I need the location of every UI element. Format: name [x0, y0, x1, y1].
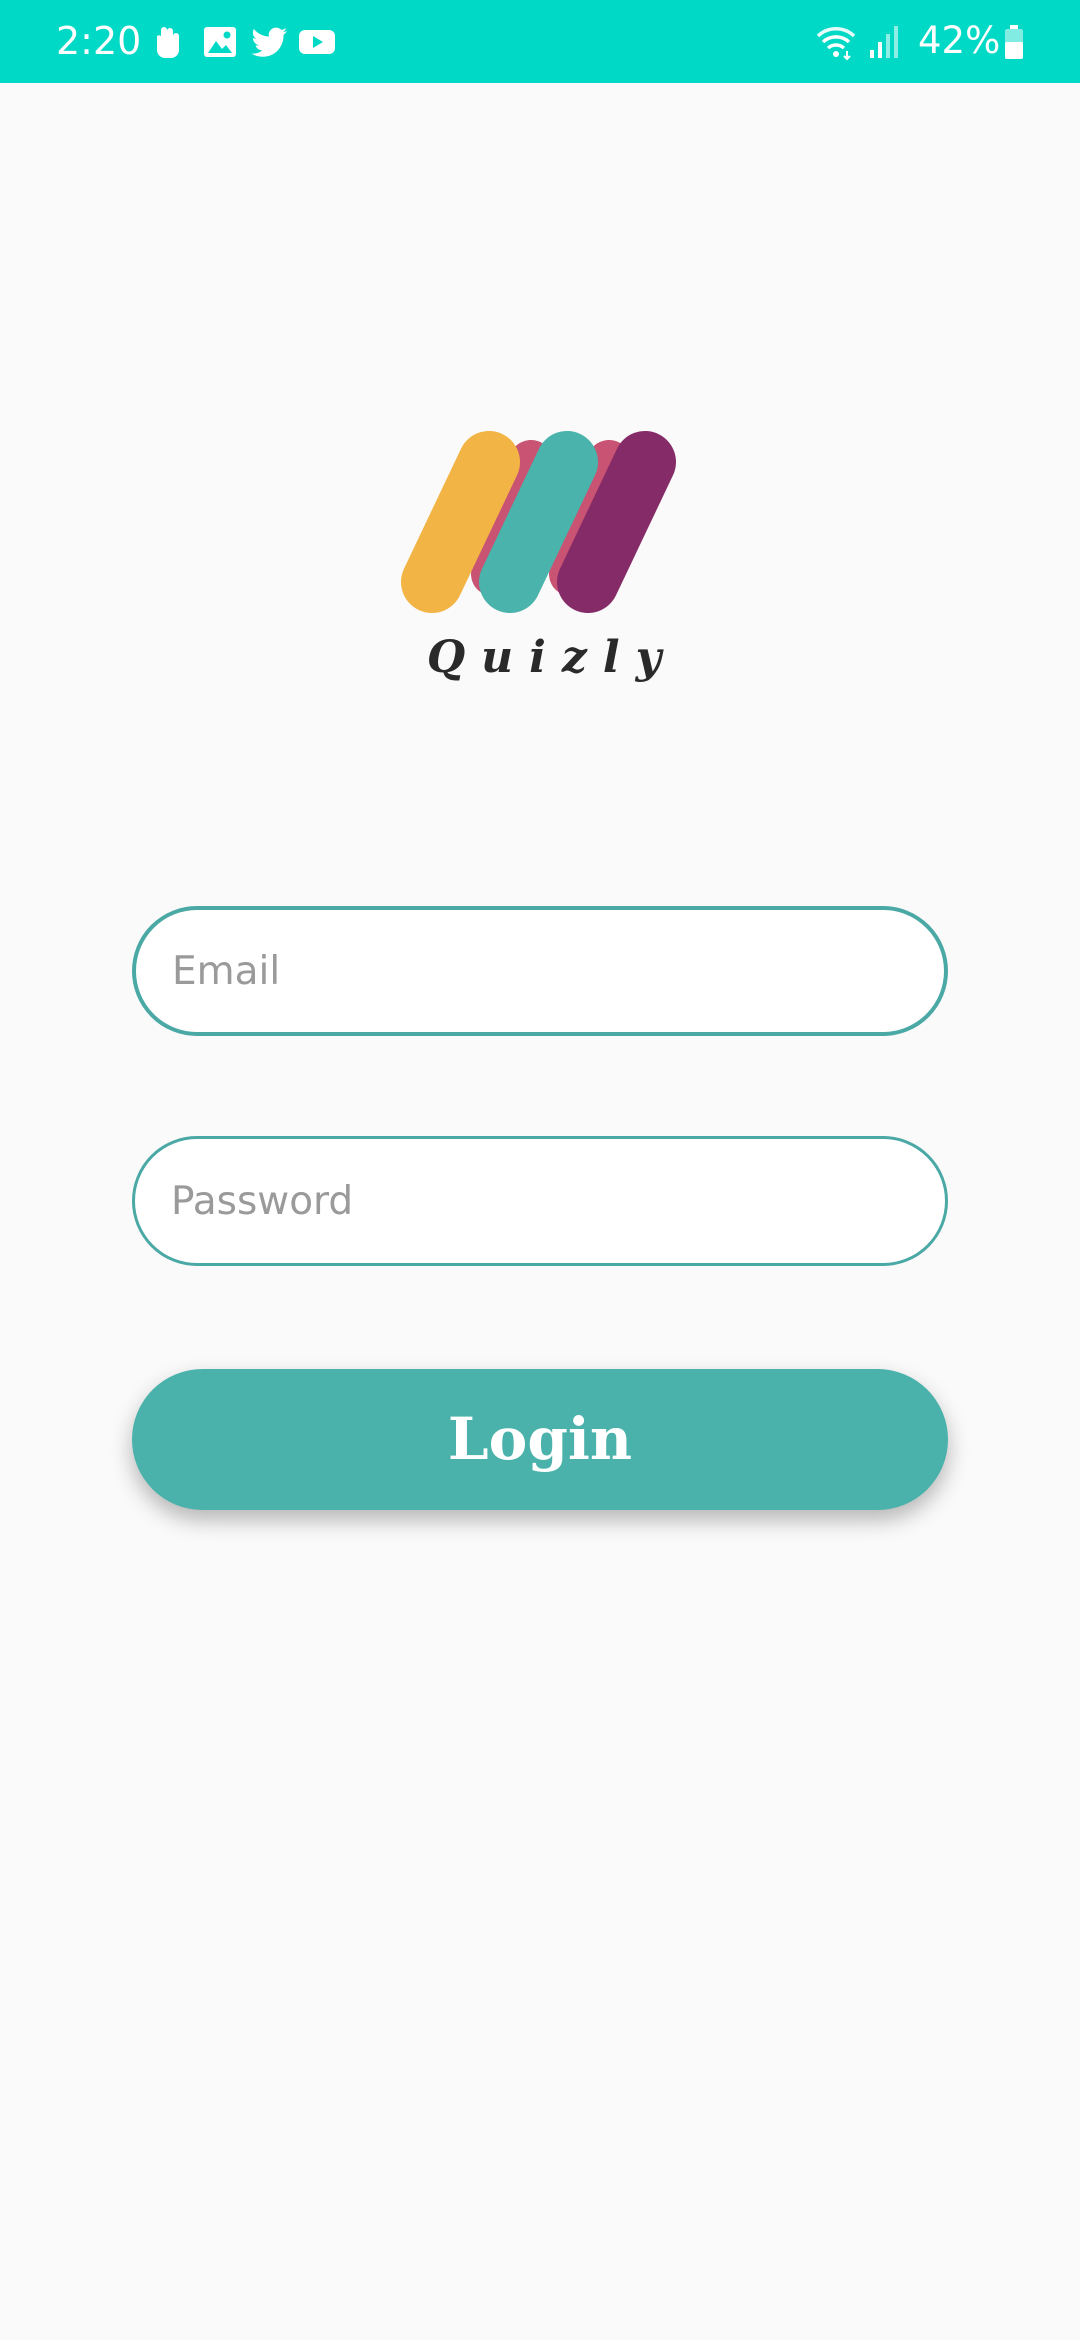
wifi-icon	[814, 22, 858, 62]
image-icon	[200, 22, 240, 62]
password-input[interactable]	[171, 1139, 911, 1263]
hand-icon	[148, 22, 188, 62]
youtube-icon	[296, 22, 338, 62]
status-bar: 2:20 42%	[0, 0, 1080, 83]
email-input[interactable]	[172, 910, 912, 1032]
twitter-icon	[248, 22, 290, 62]
battery-percent: 42%	[918, 19, 1001, 62]
brand-name: Quizly	[426, 632, 678, 683]
battery-icon	[1002, 22, 1026, 62]
status-time: 2:20	[56, 19, 142, 63]
email-field[interactable]	[132, 906, 948, 1036]
password-field[interactable]	[132, 1136, 948, 1266]
quizly-logo	[400, 422, 685, 622]
login-button[interactable]: Login	[132, 1369, 948, 1510]
signal-icon	[866, 22, 902, 62]
